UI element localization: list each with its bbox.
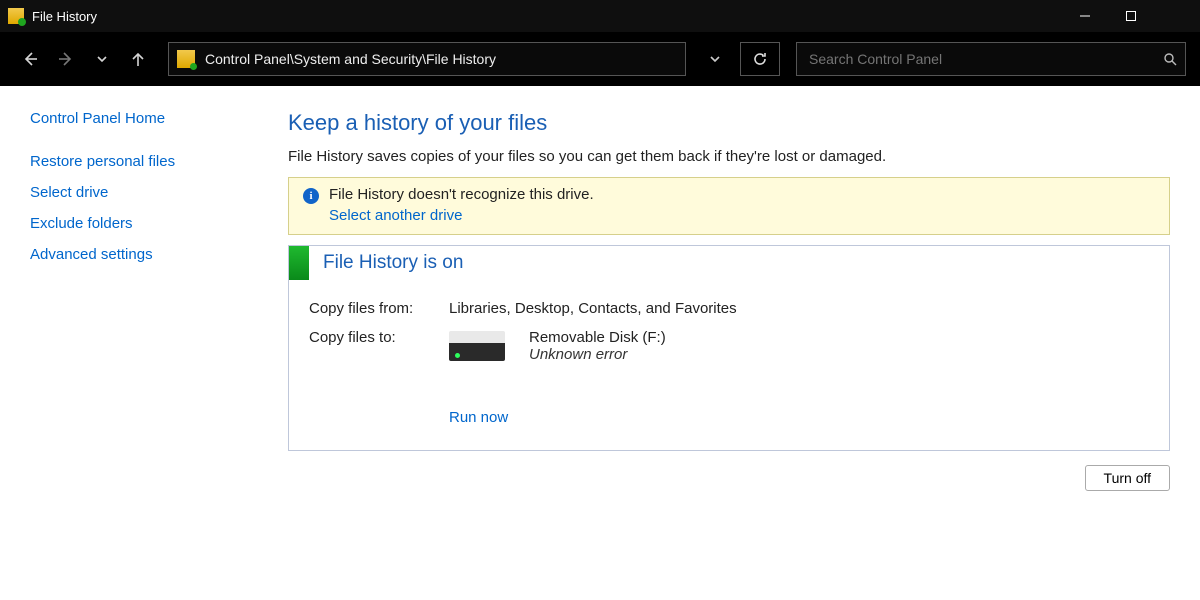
sidebar: Control Panel Home Restore personal file… [30, 104, 270, 491]
sidebar-link-advanced[interactable]: Advanced settings [30, 246, 270, 263]
value-copy-from: Libraries, Desktop, Contacts, and Favori… [449, 300, 1149, 317]
search-box[interactable] [796, 42, 1186, 76]
status-title: File History is on [323, 252, 463, 274]
window-controls [1062, 0, 1200, 32]
search-icon [1155, 52, 1185, 66]
drive-name: Removable Disk (F:) [529, 329, 666, 346]
main-panel: Keep a history of your files File Histor… [270, 104, 1170, 491]
page-description: File History saves copies of your files … [288, 148, 1170, 165]
status-panel: File History is on Copy files from: Libr… [288, 245, 1170, 451]
window-title: File History [32, 9, 97, 24]
label-copy-from: Copy files from: [309, 300, 449, 317]
maximize-button[interactable] [1108, 0, 1154, 32]
page-heading: Keep a history of your files [288, 110, 1170, 136]
drive-icon [449, 331, 505, 363]
recent-locations-button[interactable] [86, 43, 118, 75]
drive-error: Unknown error [529, 346, 666, 363]
sidebar-link-exclude[interactable]: Exclude folders [30, 215, 270, 232]
info-icon: i [303, 188, 319, 204]
turn-off-button[interactable]: Turn off [1085, 465, 1170, 491]
label-copy-to: Copy files to: [309, 329, 449, 363]
search-input[interactable] [797, 50, 1155, 68]
address-history-button[interactable] [700, 42, 730, 76]
run-now-link[interactable]: Run now [449, 409, 508, 426]
navigation-bar [0, 32, 1200, 86]
back-button[interactable] [14, 43, 46, 75]
up-button[interactable] [122, 43, 154, 75]
address-bar[interactable] [168, 42, 686, 76]
sidebar-link-home[interactable]: Control Panel Home [30, 110, 270, 127]
address-input[interactable] [203, 50, 685, 68]
sidebar-link-select-drive[interactable]: Select drive [30, 184, 270, 201]
warning-banner: i File History doesn't recognize this dr… [288, 177, 1170, 235]
location-icon [177, 50, 195, 68]
window-titlebar: File History [0, 0, 1200, 32]
refresh-button[interactable] [740, 42, 780, 76]
warning-text: File History doesn't recognize this driv… [329, 186, 594, 203]
app-icon [8, 8, 24, 24]
warning-link-select-drive[interactable]: Select another drive [329, 207, 594, 224]
forward-button[interactable] [50, 43, 82, 75]
status-indicator-icon [289, 246, 309, 280]
sidebar-link-restore[interactable]: Restore personal files [30, 153, 270, 170]
minimize-button[interactable] [1062, 0, 1108, 32]
